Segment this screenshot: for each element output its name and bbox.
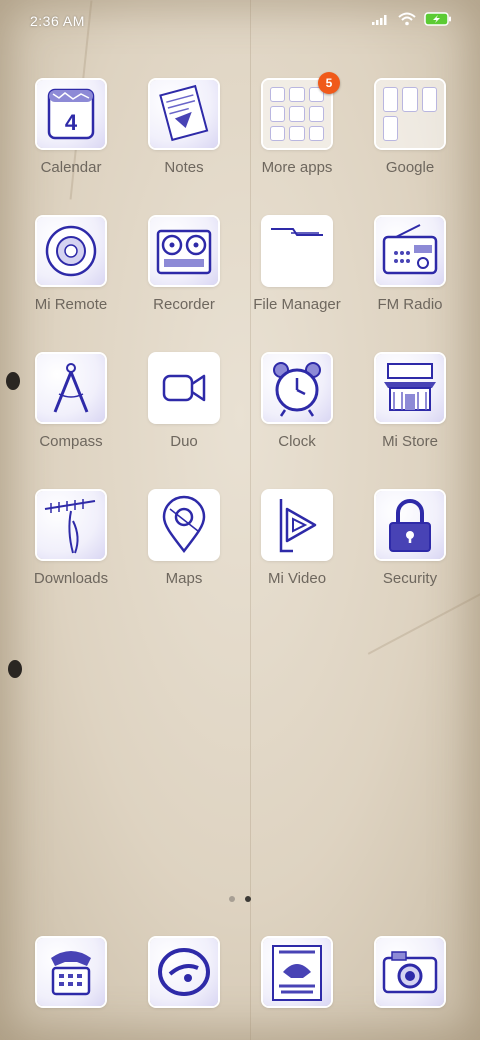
dock-app-camera[interactable]: [355, 938, 465, 1010]
poster-icon: [263, 938, 331, 1006]
battery-charging-icon: [424, 12, 451, 26]
status-icons: [372, 12, 452, 26]
app-recorder[interactable]: Recorder: [129, 217, 239, 337]
app-label: Mi Store: [382, 433, 438, 450]
page-dot-active[interactable]: [245, 896, 251, 902]
dock-app-messages[interactable]: [129, 938, 239, 1010]
map-pin-icon: [150, 491, 218, 559]
app-label: More apps: [261, 159, 333, 176]
wifi-icon: [398, 12, 416, 26]
app-label: Compass: [39, 433, 103, 450]
app-security[interactable]: Security: [355, 491, 465, 611]
telephone-icon: [37, 938, 105, 1006]
page-indicator: [0, 896, 480, 902]
app-mi-remote[interactable]: Mi Remote: [16, 217, 126, 337]
dock: [0, 938, 480, 1008]
app-duo[interactable]: Duo: [129, 354, 239, 474]
app-label: FM Radio: [377, 296, 443, 313]
tape-recorder-icon: [150, 217, 218, 285]
dock-app-phone[interactable]: [16, 938, 126, 1010]
app-notes[interactable]: Notes: [129, 80, 239, 200]
app-file-manager[interactable]: File Manager: [242, 217, 352, 337]
app-label: Mi Remote: [34, 296, 108, 313]
app-label: Security: [382, 570, 438, 587]
app-mi-video[interactable]: Mi Video: [242, 491, 352, 611]
app-label: Google: [385, 159, 435, 176]
notes-icon: [150, 80, 218, 148]
app-maps[interactable]: Maps: [129, 491, 239, 611]
app-compass[interactable]: Compass: [16, 354, 126, 474]
calendar-date-text: 4: [65, 110, 78, 135]
status-bar: 2:36 AM: [0, 0, 480, 42]
store-icon: [376, 354, 444, 422]
app-calendar[interactable]: 4 Calendar: [16, 80, 126, 200]
app-label: Notes: [164, 159, 204, 176]
remote-icon: [37, 217, 105, 285]
app-fm-radio[interactable]: FM Radio: [355, 217, 465, 337]
file-folder-icon: [263, 217, 331, 285]
app-clock[interactable]: Clock: [242, 354, 352, 474]
alarm-clock-icon: [263, 354, 331, 422]
notification-badge: 5: [318, 72, 340, 94]
antenna-icon: [37, 491, 105, 559]
radio-icon: [376, 217, 444, 285]
play-icon: [263, 491, 331, 559]
camera-icon: [376, 938, 444, 1006]
app-label: Calendar: [40, 159, 102, 176]
video-camera-icon: [150, 354, 218, 422]
app-folder-more-apps[interactable]: 5 More apps: [242, 72, 352, 200]
app-downloads[interactable]: Downloads: [16, 491, 126, 611]
app-mi-store[interactable]: Mi Store: [355, 354, 465, 474]
app-folder-google[interactable]: Google: [355, 80, 465, 200]
page-dot[interactable]: [229, 896, 235, 902]
status-time: 2:36 AM: [30, 13, 85, 29]
app-label: Downloads: [33, 570, 109, 587]
app-label: Duo: [170, 433, 198, 450]
dock-app-poster[interactable]: [242, 938, 352, 1010]
app-label: Mi Video: [267, 570, 327, 587]
padlock-icon: [376, 491, 444, 559]
app-label: File Manager: [253, 296, 341, 313]
google-folder-icon: [376, 80, 444, 148]
app-label: Maps: [165, 570, 203, 587]
app-label: Clock: [278, 433, 316, 450]
compass-divider-icon: [37, 354, 105, 422]
ink-blot: [8, 660, 22, 678]
signal-icon: [372, 15, 387, 25]
app-label: Recorder: [153, 296, 215, 313]
messages-icon: [150, 938, 218, 1006]
calendar-icon: 4: [37, 80, 105, 148]
